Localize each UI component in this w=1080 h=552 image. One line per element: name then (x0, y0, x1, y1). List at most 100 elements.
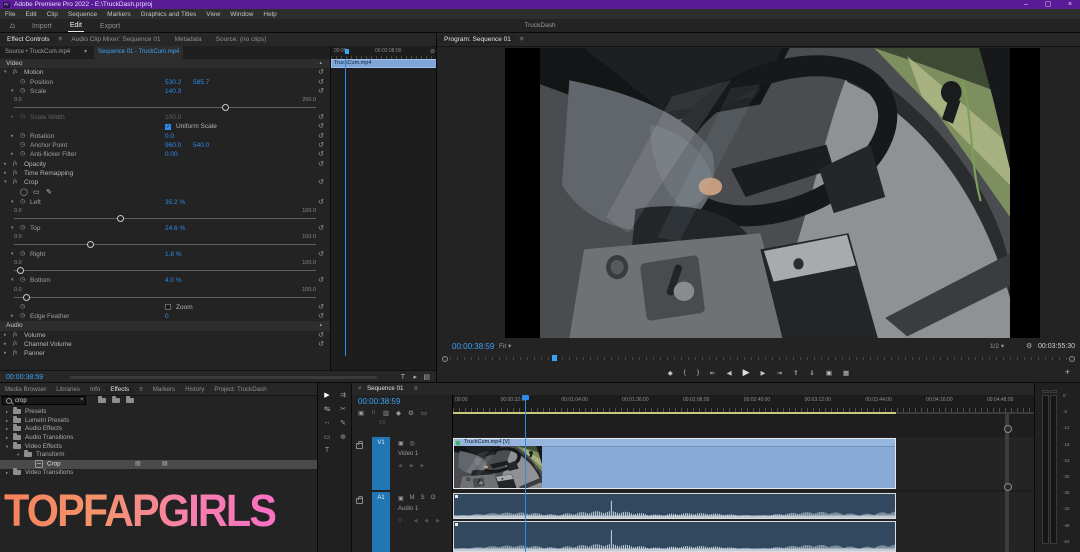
slider-handle[interactable] (117, 215, 124, 222)
chevron-down-icon[interactable]: ▾ (11, 198, 14, 207)
audio-clip-channel-1[interactable] (453, 493, 896, 519)
chevron-right-icon[interactable]: ▸ (4, 340, 7, 349)
linked-selection-icon[interactable]: ▥ (383, 409, 389, 417)
crop-top-value[interactable]: 24.6 % (165, 224, 185, 233)
panel-menu-icon[interactable]: ≡ (518, 36, 526, 43)
slider-handle[interactable] (222, 104, 229, 111)
export-frame-button[interactable]: ▣ (826, 369, 832, 377)
razor-tool[interactable]: ✂ (335, 405, 351, 413)
new-custom-bin-icon[interactable] (98, 398, 106, 403)
track-select-forward-tool[interactable]: ⇉ (335, 391, 351, 399)
volume-effect-row[interactable]: ▸ fx Volume ↺ (0, 331, 330, 340)
tab-project-truckdash[interactable]: Project: TruckDash (209, 386, 271, 393)
reset-icon[interactable]: ↺ (318, 276, 324, 285)
reset-icon[interactable]: ↺ (318, 141, 324, 150)
edge-feather-value[interactable]: 0 (165, 312, 169, 321)
reset-icon[interactable]: ↺ (318, 150, 324, 159)
reset-icon[interactable]: ↺ (318, 122, 324, 131)
stopwatch-icon[interactable]: ◷ (20, 312, 25, 321)
panel-menu-icon[interactable]: ≡ (57, 36, 65, 43)
voiceover-record-icon[interactable]: ʘ (431, 495, 436, 502)
time-remapping-effect-row[interactable]: ▸ fx Time Remapping (0, 169, 330, 178)
reset-icon[interactable]: ↺ (318, 250, 324, 259)
menu-item-edit[interactable]: Edit (20, 11, 41, 18)
chevron-right-icon[interactable]: ▸ (4, 349, 7, 358)
pen-tool[interactable]: ✎ (335, 419, 351, 427)
chevron-down-icon[interactable]: ▾ (11, 87, 14, 96)
toggle-effects-icon[interactable]: ⊘ (430, 48, 435, 55)
mark-out-button[interactable]: } (697, 369, 699, 376)
motion-effect-row[interactable]: ▾ fx Motion ↺ (0, 68, 330, 77)
tab-markers[interactable]: Markers (148, 386, 180, 393)
chevron-icon[interactable]: ▸ (6, 417, 13, 426)
playback-resolution-select[interactable]: 1/2 ▾ (990, 339, 1004, 354)
stopwatch-icon[interactable]: ◷ (20, 87, 25, 96)
lock-icon[interactable] (356, 498, 363, 504)
ellipse-mask-icon[interactable]: ◯ (20, 188, 28, 198)
track-a1-badge[interactable]: A1 (372, 492, 390, 552)
source-patch-icon[interactable]: ▣ (398, 495, 404, 502)
chevron-right-icon[interactable]: ▸ (4, 169, 7, 178)
tree-item-video-effects[interactable]: ▾Video Effects (0, 443, 318, 452)
maximize-button[interactable]: ▢ (1038, 0, 1058, 9)
menu-item-view[interactable]: View (201, 11, 225, 18)
step-forward-button[interactable]: ▶ (761, 369, 766, 377)
chevron-down-icon[interactable]: ▾ (11, 250, 14, 259)
position-y-value[interactable]: 585.7 (193, 78, 209, 87)
reset-icon[interactable]: ↺ (318, 331, 324, 340)
slider-handle[interactable] (23, 294, 30, 301)
source-clip-label[interactable]: Source • TruckCum.mp4 (5, 46, 70, 59)
panel-menu-icon[interactable]: ≡ (414, 383, 418, 395)
chevron-icon[interactable]: ▸ (6, 408, 13, 417)
source-patch-icon[interactable]: ▣ (398, 440, 404, 447)
menu-item-markers[interactable]: Markers (102, 11, 135, 18)
anchor-y-value[interactable]: 540.0 (193, 141, 209, 150)
go-to-out-button[interactable]: ⇥ (777, 369, 782, 377)
chevron-icon[interactable]: ▸ (6, 434, 13, 443)
reset-icon[interactable]: ↺ (318, 303, 324, 312)
reset-icon[interactable]: ↺ (318, 132, 324, 141)
mark-in-button[interactable]: { (684, 369, 686, 376)
video-track-name[interactable]: Video 1 (398, 451, 418, 457)
clear-search-icon[interactable]: × (80, 396, 84, 403)
program-current-timecode[interactable]: 00:00:38:59 (452, 339, 494, 354)
tab-source-no-clips[interactable]: Source: (no clips) (209, 36, 274, 43)
timeline-playhead[interactable] (525, 395, 526, 552)
track-automation-controls[interactable]: O, ◀ ◆ ▶ (398, 518, 443, 524)
mute-button[interactable]: M (410, 495, 415, 502)
chevron-down-icon[interactable]: ▾ (11, 276, 14, 285)
scale-value[interactable]: 140.3 (165, 87, 181, 96)
go-to-in-button[interactable]: ⇤ (710, 369, 715, 377)
reset-icon[interactable]: ↺ (318, 160, 324, 169)
new-preset-bin-icon[interactable] (112, 398, 120, 403)
chevron-down-icon[interactable]: ▾ (4, 68, 7, 77)
reset-icon[interactable]: ↺ (318, 78, 324, 87)
stopwatch-icon[interactable]: ◷ (20, 78, 25, 87)
audio-track-name[interactable]: Audio 1 (398, 506, 418, 512)
play-button[interactable]: ▶ (743, 367, 750, 378)
zoom-level-select[interactable]: Fit ▾ (499, 339, 511, 354)
scroll-knob-left[interactable] (442, 356, 448, 362)
channel-volume-effect-row[interactable]: ▸ fx Channel Volume ↺ (0, 340, 330, 349)
reset-icon[interactable]: ↺ (318, 113, 324, 122)
chevron-right-icon[interactable]: ▸ (4, 331, 7, 340)
menu-item-help[interactable]: Help (258, 11, 281, 18)
tree-item-video-transitions[interactable]: ▸Video Transitions (0, 469, 318, 478)
slip-tool[interactable]: ↔ (319, 419, 335, 427)
comparison-view-button[interactable]: ▦ (843, 369, 849, 377)
settings-wrench-icon[interactable]: ⚙ (1026, 339, 1032, 354)
type-tool[interactable]: T (319, 447, 335, 454)
lift-button[interactable]: ⇑ (793, 369, 798, 377)
chevron-down-icon[interactable]: ▾ (4, 178, 7, 187)
anchor-x-value[interactable]: 960.0 (165, 141, 181, 150)
crop-bottom-value[interactable]: 4.0 % (165, 276, 182, 285)
close-button[interactable]: × (1060, 0, 1080, 9)
chevron-right-icon[interactable]: ▸ (11, 150, 14, 159)
chevron-icon[interactable]: ▾ (17, 451, 24, 460)
video-section-header[interactable]: Video▴ (0, 59, 330, 68)
chevron-down-icon[interactable]: ▾ (84, 46, 87, 59)
hand-tool[interactable]: ⊕ (335, 433, 351, 441)
close-tab-icon[interactable]: × (358, 383, 362, 395)
program-playhead[interactable] (552, 355, 557, 361)
track-keyframe-nav[interactable]: ◀ ◆ ▶ (398, 463, 427, 469)
